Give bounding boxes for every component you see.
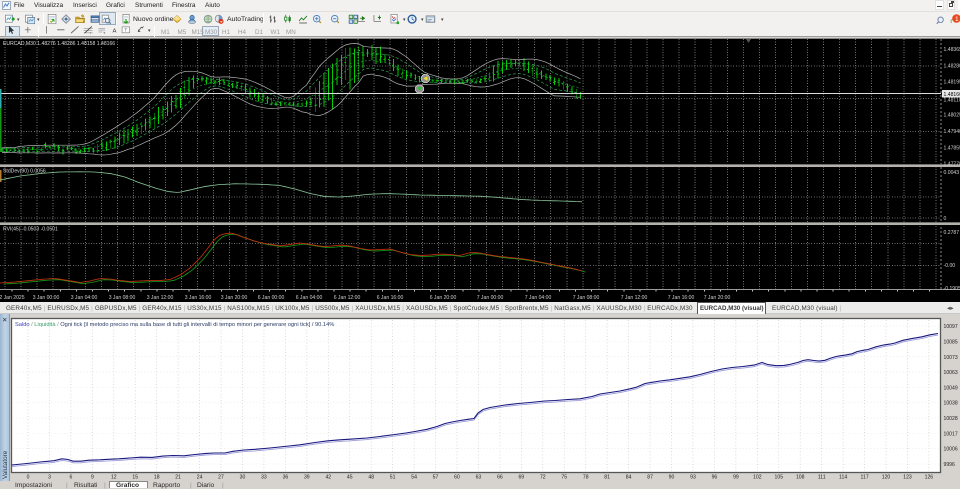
svg-text:1.48280: 1.48280 [944, 63, 960, 69]
svg-text:1.48365: 1.48365 [944, 47, 960, 53]
svg-text:1.47855: 1.47855 [944, 145, 960, 151]
svg-text:1.48166: 1.48166 [944, 92, 960, 98]
svg-text:EURCAD,M30 1.48276 1.48286 1.4: EURCAD,M30 1.48276 1.48286 1.48158 1.481… [3, 41, 115, 47]
svg-text:63: 63 [476, 475, 482, 481]
svg-text:93: 93 [690, 475, 696, 481]
svg-text:12: 12 [111, 475, 117, 481]
svg-text:RVI(45) -0.0503 -0.0501: RVI(45) -0.0503 -0.0501 [3, 227, 58, 233]
svg-text:24: 24 [197, 475, 203, 481]
svg-text:66: 66 [497, 475, 503, 481]
svg-text:1.48195: 1.48195 [944, 80, 960, 86]
svg-text:6 Jan 20:00: 6 Jan 20:00 [430, 295, 457, 301]
svg-text:105: 105 [775, 475, 784, 481]
svg-text:0.0043: 0.0043 [944, 170, 960, 176]
svg-text:90: 90 [669, 475, 675, 481]
svg-text:99: 99 [733, 475, 739, 481]
svg-text:42: 42 [325, 475, 331, 481]
svg-text:10006: 10006 [944, 447, 958, 453]
svg-text:36: 36 [283, 475, 289, 481]
svg-text:1.47940: 1.47940 [944, 129, 960, 135]
svg-text:3: 3 [48, 475, 51, 481]
svg-text:0.2787: 0.2787 [944, 230, 960, 236]
svg-text:0: 0 [944, 216, 947, 222]
svg-text:18: 18 [154, 475, 160, 481]
svg-text:33: 33 [261, 475, 267, 481]
svg-text:1.47770: 1.47770 [944, 162, 960, 168]
svg-text:6: 6 [69, 475, 72, 481]
svg-text:120: 120 [882, 475, 891, 481]
svg-text:117: 117 [861, 475, 869, 481]
svg-text:7 Jan 00:00: 7 Jan 00:00 [477, 295, 504, 301]
svg-text:3 Jan 08:00: 3 Jan 08:00 [109, 295, 136, 301]
svg-text:108: 108 [796, 475, 805, 481]
svg-text:87: 87 [647, 475, 653, 481]
svg-text:51: 51 [390, 475, 396, 481]
svg-text:96: 96 [712, 475, 718, 481]
svg-text:15: 15 [132, 475, 138, 481]
svg-text:7 Jan 20:00: 7 Jan 20:00 [704, 295, 731, 301]
svg-text:27: 27 [218, 475, 224, 481]
svg-text:A: A [112, 28, 116, 34]
svg-text:2 Jan 2025: 2 Jan 2025 [0, 295, 25, 301]
svg-text:10097: 10097 [944, 324, 958, 330]
svg-text:57: 57 [433, 475, 439, 481]
svg-text:6 Jan 04:00: 6 Jan 04:00 [296, 295, 323, 301]
svg-text:7 Jan 16:00: 7 Jan 16:00 [668, 295, 695, 301]
svg-text:30: 30 [240, 475, 246, 481]
svg-text:T: T [124, 28, 127, 34]
svg-text:126: 126 [925, 475, 934, 481]
svg-text:75: 75 [561, 475, 567, 481]
svg-text:0: 0 [27, 475, 30, 481]
svg-text:3 Jan 20:00: 3 Jan 20:00 [221, 295, 248, 301]
svg-text:111: 111 [818, 475, 826, 481]
svg-text:72: 72 [540, 475, 546, 481]
svg-text:10085: 10085 [944, 339, 958, 345]
svg-text:102: 102 [753, 475, 762, 481]
svg-text:-0.00: -0.00 [944, 263, 956, 269]
svg-text:114: 114 [839, 475, 847, 481]
svg-text:45: 45 [347, 475, 353, 481]
svg-text:1.48110: 1.48110 [944, 98, 960, 104]
svg-text:10049: 10049 [944, 385, 958, 391]
svg-text:StdDev(90) 0.0056: StdDev(90) 0.0056 [3, 169, 46, 175]
svg-text:6 Jan 00:00: 6 Jan 00:00 [258, 295, 285, 301]
svg-text:-0.1905: -0.1905 [944, 286, 960, 292]
svg-text:3 Jan 16:00: 3 Jan 16:00 [185, 295, 212, 301]
svg-text:54: 54 [411, 475, 417, 481]
svg-text:6 Jan 16:00: 6 Jan 16:00 [377, 295, 404, 301]
svg-text:39: 39 [304, 475, 310, 481]
svg-text:7 Jan 12:00: 7 Jan 12:00 [621, 295, 648, 301]
svg-text:48: 48 [368, 475, 374, 481]
svg-text:10017: 10017 [944, 431, 958, 437]
svg-text:Saldo / Liquidità / Ogni tick: Saldo / Liquidità / Ogni tick [il metodo… [15, 322, 334, 328]
svg-text:3 Jan 04:00: 3 Jan 04:00 [71, 295, 98, 301]
svg-text:1.48025: 1.48025 [944, 113, 960, 119]
svg-text:3 Jan 00:00: 3 Jan 00:00 [33, 295, 60, 301]
svg-text:3 Jan 12:00: 3 Jan 12:00 [147, 295, 174, 301]
svg-text:123: 123 [903, 475, 912, 481]
svg-text:6 Jan 12:00: 6 Jan 12:00 [334, 295, 361, 301]
svg-text:10063: 10063 [944, 370, 958, 376]
svg-text:9: 9 [91, 475, 94, 481]
svg-text:10028: 10028 [944, 416, 958, 422]
svg-text:10038: 10038 [944, 401, 958, 407]
svg-text:7 Jan 04:00: 7 Jan 04:00 [525, 295, 552, 301]
svg-text:84: 84 [626, 475, 632, 481]
svg-text:9996: 9996 [944, 462, 955, 468]
svg-text:10073: 10073 [944, 355, 958, 361]
svg-text:81: 81 [604, 475, 610, 481]
svg-text:21: 21 [175, 475, 181, 481]
svg-text:69: 69 [518, 475, 524, 481]
svg-text:7 Jan 08:00: 7 Jan 08:00 [573, 295, 600, 301]
svg-text:60: 60 [454, 475, 460, 481]
svg-text:1: 1 [955, 16, 959, 23]
svg-text:78: 78 [583, 475, 589, 481]
